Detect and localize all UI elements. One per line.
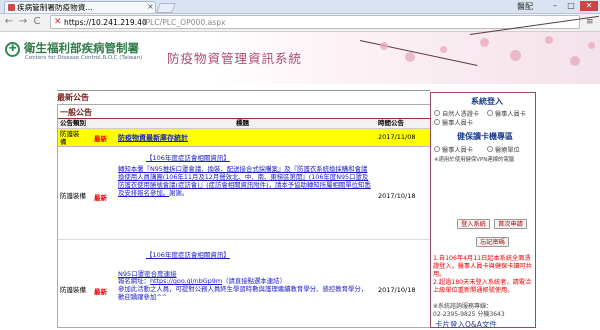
insecure-warning-icon[interactable]: ✕ (54, 16, 62, 29)
general-announcement-title: 一般公告 (60, 108, 92, 117)
health-note: ※適用於使用健保VPN連線的電腦 (434, 157, 515, 163)
tab-close-icon[interactable]: × (147, 2, 154, 12)
blossom-decoration (570, 56, 580, 66)
favicon-icon (8, 4, 15, 11)
login-panel: 系統登入 自然人憑證卡 醫事人員卡 醫事人員卡 健保讀卡機專區 醫事人員卡 醫療… (430, 92, 536, 330)
notice-2: 2.超過180天未登入系統者，請電洽上級單位重新開通帳號使用。 (433, 279, 532, 294)
registration-suffix: （請直接點選本連結） (222, 277, 286, 285)
browser-tab[interactable]: 疾病管制署防疫物資... × (4, 1, 156, 13)
health-card-title: 健保讀卡機專區 (457, 132, 513, 141)
row-date: 2017/11/08 (378, 133, 416, 141)
registration-prefix: 報名網址： (118, 277, 150, 285)
blossom-decoration (510, 50, 521, 61)
login-option-radio[interactable] (434, 110, 440, 116)
forgot-password-button[interactable]: 忘記密碼 (476, 237, 509, 247)
health-option-radio[interactable] (434, 146, 440, 152)
health-option-label: 醫事人員卡 (442, 147, 473, 154)
row-category: 防護裝備 (60, 130, 80, 146)
announcement-heading-link[interactable]: 【106年度症訪會相關資訊】 (146, 152, 230, 162)
login-button[interactable]: 登入系統 (457, 219, 490, 229)
blossom-decoration (588, 42, 595, 49)
blossom-decoration (405, 52, 415, 62)
reload-icon[interactable]: C (31, 16, 43, 28)
registration-url-link[interactable]: https://goo.gl/nbGp9m (150, 277, 222, 285)
announcement-body: 參加此活動之人員，可提對公務人員終生學習時數與護理繼續教育學分、感控教育學分，歡… (118, 285, 368, 301)
new-badge: 最新 (94, 135, 107, 143)
blossom-decoration (380, 42, 388, 50)
login-option-label: 醫事人員卡 (442, 120, 473, 127)
announcement-body: 轉知本署『N95推拆口罩會議、換裝、配送接合式採購案』及『防護衣系統換採購和會議… (118, 165, 372, 197)
announcement-body-tail: 謝謝。 (169, 189, 189, 197)
row-date: 2017/10/18 (378, 192, 416, 200)
blossom-decoration (480, 38, 489, 47)
section-divider (57, 90, 430, 91)
section-title: 最新公告 (57, 93, 89, 102)
login-option-label: 自然人憑證卡 (442, 111, 480, 118)
column-header-title: 標題 (236, 119, 249, 127)
faq-link[interactable]: 卡片登入Q&A文件 (435, 319, 497, 330)
row-divider (58, 239, 430, 240)
column-header-time: 時間公告 (378, 119, 404, 127)
announcement-heading-link[interactable]: 【106年度症訪會相關資訊】 (146, 249, 230, 259)
announcement-frame[interactable]: 一般公告 公告類別 標題 時間公告 防護裝備 最新 防疫物資最新庫存統計 201… (57, 104, 431, 328)
back-icon[interactable]: ← (3, 16, 15, 28)
browser-tab-strip: 疾病管制署防疫物資... × 醫配 – □ ✕ (0, 0, 600, 14)
system-name: 防疫物資管理資訊系統 (167, 51, 303, 66)
org-english-name: Centers for Disease Control,R.O.C (Taiwa… (25, 55, 143, 61)
forward-icon[interactable]: → (17, 16, 29, 28)
login-option-radio[interactable] (434, 119, 440, 125)
branch-decoration (359, 40, 478, 66)
org-name: 衛生福利部疾病管制署 (24, 41, 139, 55)
notice-1: 1.自106年4月11日起本系統全面憑證登入，醫事人員卡與健保卡讀可共用。 (433, 255, 532, 278)
tab-title: 疾病管制署防疫物資... (17, 3, 93, 12)
announcement-link[interactable]: 防疫物資最新庫存統計 (118, 133, 188, 143)
new-badge: 最新 (94, 194, 107, 202)
url-host: https://10.241.219.40 (64, 18, 147, 27)
contact-label: ※系統諮詢服務專線： (433, 303, 493, 310)
page-content: ✚ 衛生福利部疾病管制署 Centers for Disease Control… (0, 15, 600, 330)
row-date: 2017/10/18 (378, 286, 416, 294)
window-close-button[interactable]: ✕ (580, 1, 598, 11)
blossom-decoration (545, 36, 553, 44)
address-bar[interactable]: ✕ https://10.241.219.40 /PLC/PLC_OP000.a… (50, 15, 580, 29)
login-option-label: 醫事人員卡 (495, 111, 526, 118)
first-apply-button[interactable]: 首次申請 (494, 219, 527, 229)
row-category: 防護裝備 (60, 286, 86, 294)
url-path: /PLC/PLC_OP000.aspx (143, 18, 226, 27)
profile-button[interactable]: 醫配 (517, 1, 533, 12)
cdc-logo-cross-icon: ✚ (9, 44, 17, 54)
table-row: 防護裝備 最新 防疫物資最新庫存統計 2017/11/08 (58, 129, 430, 147)
contact-phone: 02-2395-9825 分機3643 (433, 311, 505, 318)
table-header: 公告類別 標題 時間公告 (58, 119, 430, 129)
maximize-button[interactable]: □ (564, 1, 578, 11)
table-row: 防護裝備 最新 【106年度症訪會相關資訊】 N95口罩密合度連接 報名網址：h… (58, 241, 430, 327)
row-category: 防護裝備 (60, 192, 86, 200)
new-badge: 最新 (94, 288, 107, 296)
minimize-button[interactable]: – (548, 1, 562, 11)
login-option-radio[interactable] (487, 110, 493, 116)
column-header-category: 公告類別 (60, 119, 86, 127)
table-row: 防護裝備 最新 【106年度症訪會相關資訊】 轉知本署『N95推拆口罩會議、換裝… (58, 147, 430, 239)
registration-line: 報名網址：https://goo.gl/nbGp9m（請直接點選本連結） (118, 277, 372, 285)
health-option-radio[interactable] (487, 146, 493, 152)
new-tab-button[interactable] (156, 3, 176, 13)
health-option-label: 醫療單位 (495, 147, 520, 154)
header-banner: ✚ 衛生福利部疾病管制署 Centers for Disease Control… (0, 15, 600, 84)
announcement-body-link[interactable]: 轉知本署『N95推拆口罩會議、換裝、配送接合式採購案』及『防護衣系統換採購和會議… (118, 165, 371, 197)
login-title: 系統登入 (471, 97, 503, 106)
blossom-decoration (440, 46, 447, 53)
